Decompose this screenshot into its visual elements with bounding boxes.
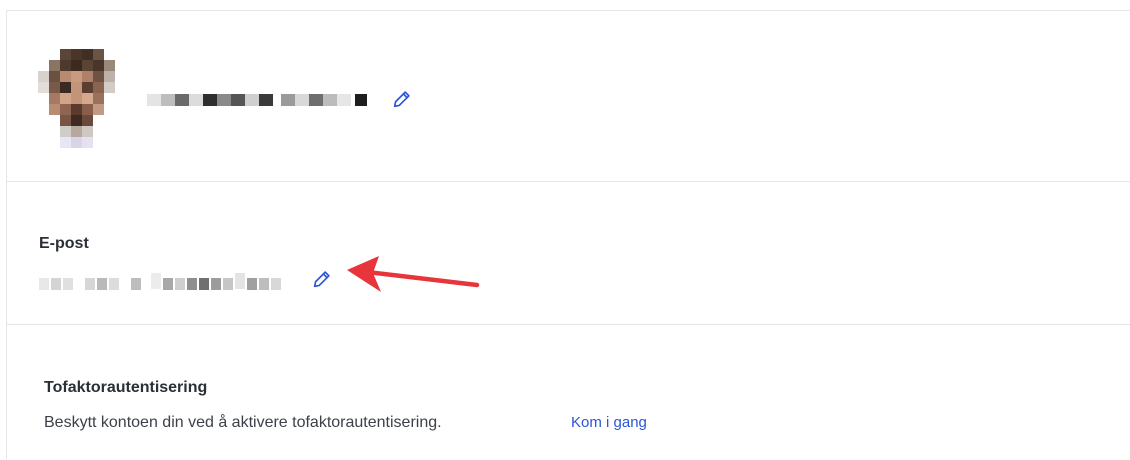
two-factor-title: Tofaktorautentisering xyxy=(44,379,208,396)
email-section: E-post xyxy=(7,182,1130,325)
annotation-arrow-icon xyxy=(347,256,480,292)
profile-section xyxy=(7,11,1130,182)
avatar xyxy=(38,49,126,161)
account-settings-card: E-post Tofaktorautentisering Beskytt kon… xyxy=(6,10,1130,459)
two-factor-description: Beskytt kontoen din ved å aktivere tofak… xyxy=(44,414,442,431)
get-started-link[interactable]: Kom i gang xyxy=(571,414,647,431)
user-name-redacted xyxy=(147,90,369,110)
email-value-redacted xyxy=(39,273,284,291)
edit-name-pencil-icon[interactable] xyxy=(391,88,413,110)
two-factor-section: Tofaktorautentisering Beskytt kontoen di… xyxy=(7,325,1130,460)
edit-email-pencil-icon[interactable] xyxy=(311,268,333,290)
email-label: E-post xyxy=(39,235,89,252)
